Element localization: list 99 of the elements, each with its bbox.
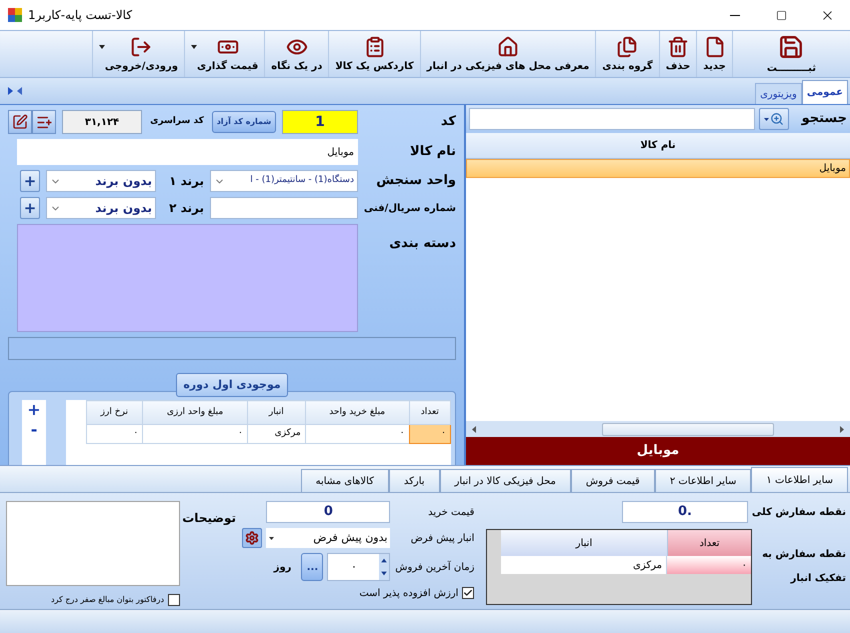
tab[interactable]: محل فیزیکی کالا در انبار xyxy=(440,469,571,492)
column-header: تعداد xyxy=(667,530,751,556)
toolbar-button[interactable]: قیمت گذاری xyxy=(184,31,264,77)
field-label: زمان آخرین فروش xyxy=(394,560,474,574)
field-label: کد xyxy=(440,113,456,132)
notes-field[interactable] xyxy=(6,501,180,586)
group-title: موجودی اول دوره xyxy=(176,373,288,397)
column-header: تعداد xyxy=(409,400,450,424)
toolbar-button[interactable]: حذف xyxy=(658,31,696,77)
tab[interactable]: سایر اطلاعات ۱ xyxy=(751,467,848,492)
checkbox-label: ارزش افزوده پذیر است xyxy=(359,586,458,600)
browse-button[interactable]: ... xyxy=(301,553,324,581)
tab[interactable]: بارکد xyxy=(388,469,440,492)
toolbar-button[interactable]: در یک نگاه xyxy=(264,31,328,77)
toolbar-button[interactable]: کاردکس یک کالا xyxy=(328,31,420,77)
caret-icon xyxy=(98,45,105,49)
toolbar-button[interactable]: ورودی/خروجی xyxy=(92,31,184,77)
caret-icon xyxy=(190,45,197,49)
checkbox-label: درفاکتور بتوان مبالغ صفر درج کرد xyxy=(51,594,164,606)
documents-icon xyxy=(616,36,638,58)
add-row-button[interactable]: + xyxy=(27,402,41,418)
checkbox[interactable] xyxy=(462,587,474,599)
field-label: قیمت خرید xyxy=(427,506,474,520)
toolbar-button[interactable]: جدید xyxy=(696,31,732,77)
caret-icon xyxy=(269,536,274,540)
global-code-field: ۳۱,۱۲۴ xyxy=(62,110,142,134)
field-label: نقطه سفارش کلی xyxy=(754,506,846,520)
field-label: نام کالا xyxy=(409,143,456,162)
column-header: مبلغ واحد ارزی xyxy=(142,400,248,424)
edit-button[interactable] xyxy=(8,110,32,134)
settings-button[interactable] xyxy=(242,528,262,548)
tab[interactable]: سایر اطلاعات ۲ xyxy=(654,469,752,492)
table-cell[interactable]: مرکزی xyxy=(247,424,306,444)
field-label: انبار پیش فرض xyxy=(410,532,474,546)
selected-item-banner: موبایل xyxy=(466,437,850,465)
search-icon xyxy=(770,112,784,126)
default-warehouse-dropdown[interactable]: بدون پیش فرض xyxy=(266,528,390,548)
tab[interactable]: قیمت فروش xyxy=(570,469,655,492)
page-icon xyxy=(704,36,726,58)
trash-icon xyxy=(667,36,689,58)
tab[interactable]: کالاهای مشابه xyxy=(300,469,389,492)
field-label: برند ۲ xyxy=(168,200,204,217)
field-label: برند ۱ xyxy=(168,173,204,190)
tab[interactable]: ویزیتوری xyxy=(755,83,802,104)
app-icon xyxy=(8,8,22,22)
unit-dropdown[interactable]: دستگاه(1) - سانتیمتر(1) - ا xyxy=(210,170,358,192)
maximize-icon xyxy=(776,10,786,20)
toolbar-button[interactable]: معرفی محل های فیزیکی در انبار xyxy=(420,31,596,77)
gear-icon xyxy=(245,531,260,545)
notes-label: توضیحات xyxy=(182,511,236,525)
column-header: نام کالا xyxy=(466,133,850,159)
toolbar-button[interactable]: ثبـــــــــت xyxy=(732,31,850,77)
add-list-button[interactable] xyxy=(32,110,56,134)
search-field[interactable] xyxy=(469,108,755,130)
brand-dropdown[interactable]: بدون برند xyxy=(46,170,156,192)
reorder-field[interactable]: .0 xyxy=(622,501,748,523)
scroll-left-icon[interactable] xyxy=(472,426,476,432)
name-field[interactable]: موبایل xyxy=(17,139,358,165)
field-label: واحد سنجش xyxy=(375,172,456,190)
pen-icon xyxy=(12,114,28,130)
list-row[interactable]: موبایل xyxy=(466,159,850,178)
table-cell[interactable]: ۰ xyxy=(86,424,143,444)
clipboard-icon xyxy=(364,36,386,58)
field-label: دسته بندی xyxy=(388,235,456,253)
code-field[interactable]: 1 xyxy=(282,110,358,134)
table-cell[interactable]: ۰ xyxy=(142,424,248,444)
horizontal-scrollbar[interactable] xyxy=(466,421,850,437)
table-cell: مرکزی xyxy=(501,556,667,574)
scroll-left-icon[interactable] xyxy=(17,87,22,95)
table-cell[interactable]: ۰ xyxy=(409,424,450,444)
table-cell: ۰ xyxy=(667,556,751,574)
remove-row-button[interactable]: - xyxy=(30,422,38,438)
field-label: کد سراسری xyxy=(149,115,205,128)
column-header: انبار xyxy=(501,530,667,556)
column-header: نرخ ارز xyxy=(86,400,143,424)
add-button[interactable]: + xyxy=(20,170,40,192)
column-header: انبار xyxy=(247,400,306,424)
scroll-right-icon[interactable] xyxy=(840,426,844,432)
purchase-price-field[interactable]: 0 xyxy=(266,501,390,523)
caret-icon xyxy=(764,118,769,120)
minimize-icon xyxy=(730,14,740,16)
house-icon xyxy=(497,36,520,58)
window-title: کالا-تست پایه-کاربر1 xyxy=(28,7,132,24)
serial-field[interactable] xyxy=(210,197,358,219)
field-label: روز xyxy=(274,560,292,574)
brand-dropdown[interactable]: بدون برند xyxy=(46,197,156,219)
add-button[interactable]: + xyxy=(20,197,40,219)
scroll-right-icon[interactable] xyxy=(8,87,13,95)
tab[interactable]: عمومی xyxy=(802,80,848,104)
toolbar-button[interactable]: گروه بندی xyxy=(595,31,659,77)
table-cell[interactable]: ۰ xyxy=(305,424,410,444)
column-header: مبلغ خرید واحد xyxy=(305,400,410,424)
field-label: شماره سریال/فنی xyxy=(364,202,456,216)
field-label: نقطه سفارش به تفکیک انبار xyxy=(761,548,846,586)
checkbox[interactable] xyxy=(168,594,180,606)
search-button[interactable] xyxy=(759,108,789,130)
free-code-button[interactable]: شماره کد آزاد xyxy=(212,111,276,133)
days-spinner[interactable]: ۰ xyxy=(327,553,390,581)
search-label: جستجو xyxy=(800,110,847,128)
